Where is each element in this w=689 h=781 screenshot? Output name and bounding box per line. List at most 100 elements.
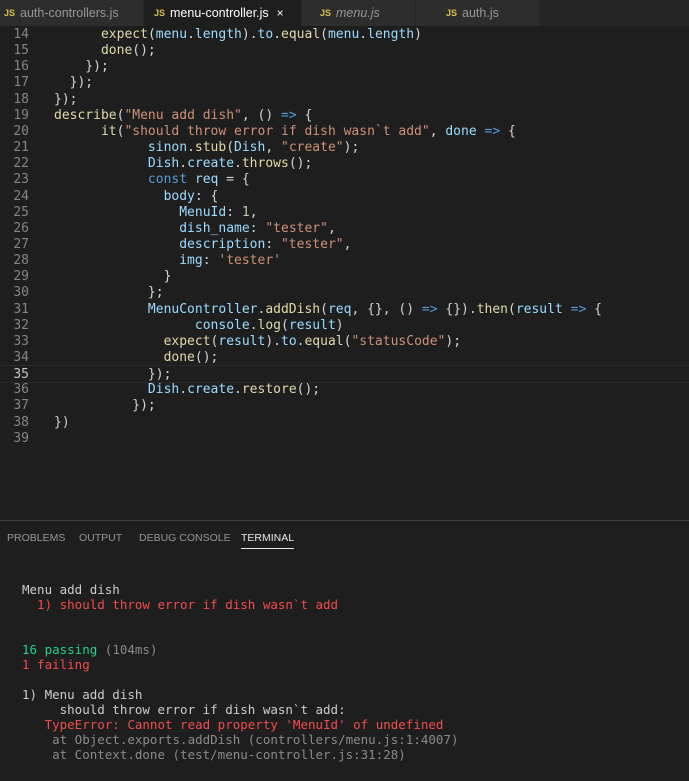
code-token: ,	[265, 140, 281, 155]
code-token: );	[343, 140, 360, 155]
code-token: .	[179, 156, 188, 171]
code-token: =>	[570, 302, 587, 317]
code-token: equal	[281, 27, 321, 42]
close-icon[interactable]: ×	[277, 6, 284, 20]
code-token: "should throw error if dish wasn`t add"	[124, 124, 430, 139]
tab-output[interactable]: OUTPUT	[79, 521, 122, 555]
code-token: create	[187, 156, 235, 171]
code-token: =>	[484, 124, 501, 139]
code-token: expect	[100, 27, 148, 42]
code-token: }	[54, 269, 172, 284]
code-token: menu	[155, 27, 188, 42]
code-token: (	[320, 302, 328, 317]
tab-label: auth-controllers.js	[20, 6, 119, 20]
code-token: expect	[163, 334, 211, 349]
code-token: ,	[429, 124, 446, 139]
code-token: ,	[249, 205, 258, 220]
code-line[interactable]: 37 });	[0, 397, 689, 415]
code-token: :	[226, 205, 242, 220]
code-token: then	[476, 302, 508, 317]
code-token: describe	[54, 108, 117, 123]
code-token: };	[54, 285, 164, 300]
tab-problems[interactable]: PROBLEMS	[7, 521, 65, 555]
tab-menu[interactable]: JS menu.js	[302, 0, 416, 26]
code-token: .	[359, 27, 368, 42]
code-token: ();	[296, 382, 321, 397]
code-token: "tester"	[265, 221, 328, 236]
code-token: done	[445, 124, 477, 139]
code-token: "tester"	[280, 237, 344, 252]
code-line[interactable]: 39	[0, 430, 689, 448]
code-token: });	[54, 92, 78, 107]
code-token: Dish	[147, 382, 180, 397]
suite-title: Menu add dish	[22, 582, 120, 597]
code-token: length	[194, 27, 242, 42]
code-token: result	[218, 334, 266, 349]
code-token: );	[445, 334, 462, 349]
code-token: : {	[194, 189, 219, 204]
code-token: .	[273, 27, 282, 42]
code-text: const req = {	[54, 171, 250, 189]
code-line[interactable]: 30 };	[0, 284, 689, 302]
passing-time: (104ms)	[97, 642, 158, 657]
code-token: "Menu add dish"	[124, 108, 242, 123]
code-token: ).	[265, 334, 281, 349]
code-token: log	[257, 318, 281, 333]
tab-label: menu.js	[336, 6, 380, 20]
error-message: TypeError: Cannot read property 'MenuId'…	[22, 717, 444, 732]
code-line[interactable]: 17 });	[0, 74, 689, 92]
bottom-panel: PROBLEMS OUTPUT DEBUG CONSOLE TERMINAL M…	[0, 520, 689, 781]
code-token: Dish	[147, 156, 180, 171]
code-editor[interactable]: 14 expect(menu.length).to.equal(menu.len…	[0, 26, 689, 520]
failed-test-line: 1) should throw error if dish wasn`t add	[22, 597, 339, 612]
code-token: , {}, ()	[351, 302, 422, 317]
tab-label: auth.js	[462, 6, 499, 20]
code-token: )	[414, 27, 422, 42]
code-token: (	[281, 318, 289, 333]
code-token: "statusCode"	[351, 334, 446, 349]
code-token: sinon	[147, 140, 188, 155]
code-token: length	[367, 27, 415, 42]
code-token: ,	[327, 221, 336, 236]
code-line[interactable]: 23 const req = {	[0, 171, 689, 189]
code-token: (	[147, 27, 156, 42]
tab-auth-controllers[interactable]: JS auth-controllers.js	[0, 0, 144, 26]
code-token: {	[500, 124, 516, 139]
failure-test-name: should throw error if dish wasn`t add:	[22, 702, 346, 717]
stack-trace-line: at Context.done (test/menu-controller.js…	[22, 747, 406, 762]
failure-header: 1) Menu add dish	[22, 687, 143, 702]
javascript-file-icon: JS	[4, 8, 16, 18]
passing-count: 16 passing	[22, 642, 98, 657]
code-token: (	[226, 140, 235, 155]
code-token: 1	[241, 205, 250, 220]
code-token: const	[147, 172, 188, 187]
code-token: stub	[194, 140, 227, 155]
code-token: console	[194, 318, 250, 333]
code-token: {	[586, 302, 602, 317]
code-token: ,	[343, 237, 352, 252]
code-token: to	[257, 27, 274, 42]
code-token: to	[281, 334, 297, 349]
code-token: , ()	[241, 108, 281, 123]
tab-terminal[interactable]: TERMINAL	[241, 521, 295, 555]
code-token: addDish	[265, 302, 321, 317]
code-token: result	[515, 302, 563, 317]
code-token: result	[288, 318, 336, 333]
tab-debug-console[interactable]: DEBUG CONSOLE	[139, 521, 231, 555]
javascript-file-icon: JS	[320, 8, 332, 18]
tab-menu-controller[interactable]: JS menu-controller.js ×	[144, 0, 302, 26]
stack-trace-line: at Object.exports.addDish (controllers/m…	[22, 732, 459, 747]
tab-auth[interactable]: JS auth.js	[416, 0, 540, 26]
code-token: .	[187, 27, 195, 42]
code-token: done	[163, 350, 195, 365]
failing-count: 1 failing	[22, 657, 90, 672]
